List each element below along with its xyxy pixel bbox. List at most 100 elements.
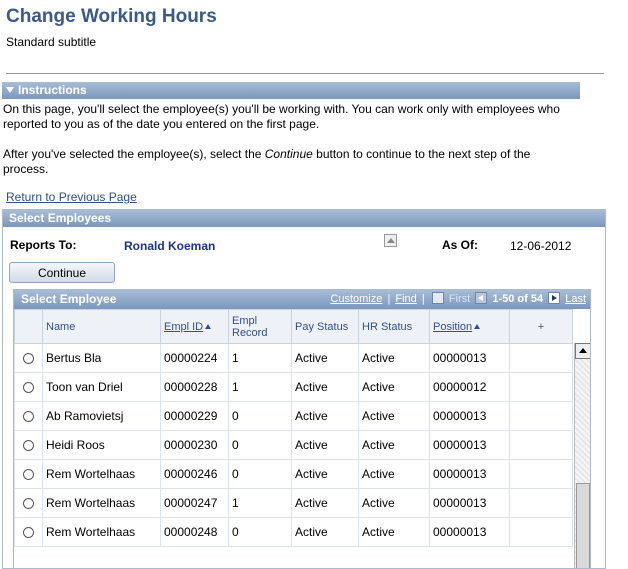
row-range: 1-50 of 54 [492, 293, 544, 305]
cell-name: Bertus Bla [42, 343, 161, 373]
reports-to-value: Ronald Koeman [124, 239, 216, 253]
cell-hr-status: Active [358, 343, 430, 373]
cell-pay-status: Active [291, 459, 359, 489]
select-employees-panel: Select Employees Reports To: Ronald Koem… [2, 209, 606, 569]
column-header-position[interactable]: Position [429, 309, 510, 344]
instructions-header-label: Instructions [18, 83, 87, 97]
as-of-label: As Of: [442, 238, 478, 252]
select-column-header [14, 309, 43, 344]
cell-pay-status: Active [291, 517, 359, 547]
cell-position: 00000013 [429, 343, 510, 373]
cell-empl-id: 00000228 [160, 372, 229, 402]
cell-empl-id: 00000248 [160, 517, 229, 547]
cell-empty [509, 401, 573, 431]
continue-button[interactable]: Continue [9, 262, 115, 283]
column-header-hr-status: HR Status [358, 309, 430, 344]
instructions-p2-emphasis: Continue [264, 147, 313, 161]
cell-empty [509, 343, 573, 373]
find-link[interactable]: Find [395, 293, 416, 305]
grid-navigation: Customize | Find | First 1-50 of 54 Last [330, 290, 586, 309]
cell-empl-record: 0 [228, 459, 292, 489]
cell-hr-status: Active [358, 372, 430, 402]
column-header-name: Name [42, 309, 161, 344]
row-select-radio[interactable] [23, 469, 34, 481]
grid-header: Select Employee Customize | Find | First… [14, 290, 590, 309]
row-select-radio[interactable] [23, 411, 34, 423]
select-employee-grid: Select Employee Customize | Find | First… [13, 289, 591, 569]
collapse-triangle-icon [6, 87, 14, 93]
cell-pay-status: Active [291, 343, 359, 373]
page-title: Change Working Hours [6, 6, 217, 27]
row-select-radio[interactable] [23, 527, 34, 539]
row-select-radio[interactable] [23, 353, 34, 365]
first-link: First [448, 293, 471, 305]
instructions-paragraph-1: On this page, you'll select the employee… [3, 102, 560, 131]
cell-position: 00000013 [429, 459, 510, 489]
lookup-icon[interactable] [384, 234, 397, 247]
cell-empl-record: 0 [228, 430, 292, 460]
column-header-empl-record: Empl Record [228, 309, 292, 344]
cell-empl-id: 00000246 [160, 459, 229, 489]
vertical-scrollbar[interactable] [574, 343, 590, 568]
next-page-icon[interactable] [548, 292, 561, 304]
cell-pay-status: Active [291, 488, 359, 518]
cell-position: 00000013 [429, 401, 510, 431]
nav-separator: | [387, 293, 391, 305]
row-select-radio[interactable] [23, 440, 34, 452]
cell-name: Ab Ramovietsj [42, 401, 161, 431]
cell-pay-status: Active [291, 401, 359, 431]
cell-hr-status: Active [358, 430, 430, 460]
cell-empl-id: 00000224 [160, 343, 229, 373]
cell-position: 00000013 [429, 488, 510, 518]
cell-name: Heidi Roos [42, 430, 161, 460]
column-header-position-label: Position [433, 320, 473, 333]
cell-empl-id: 00000229 [160, 401, 229, 431]
table-row: Heidi Roos 00000230 0 Active Active 0000… [14, 430, 573, 460]
previous-page-icon [475, 292, 488, 304]
cell-name: Rem Wortelhaas [42, 459, 161, 489]
instructions-header[interactable]: Instructions [2, 82, 580, 99]
cell-pay-status: Active [291, 372, 359, 402]
customize-link[interactable]: Customize [330, 293, 382, 305]
grid-title: Select Employee [21, 292, 117, 306]
cell-empl-id: 00000247 [160, 488, 229, 518]
column-header-empl-id-label: Empl ID [164, 320, 204, 333]
reports-to-label: Reports To: [10, 238, 77, 252]
page-subtitle: Standard subtitle [6, 35, 97, 49]
download-icon[interactable] [431, 292, 444, 304]
cell-empty [509, 459, 573, 489]
cell-hr-status: Active [358, 401, 430, 431]
scrollbar-thumb[interactable] [576, 483, 590, 568]
cell-empty [509, 488, 573, 518]
scroll-up-arrow-icon[interactable] [575, 343, 590, 359]
cell-position: 00000013 [429, 517, 510, 547]
employee-table: Name Empl ID Empl Record Pay Status HR S… [14, 309, 573, 547]
sort-ascending-icon [474, 323, 481, 329]
cell-empl-id: 00000230 [160, 430, 229, 460]
column-header-empl-id[interactable]: Empl ID [160, 309, 229, 344]
cell-empty [509, 517, 573, 547]
cell-empty [509, 372, 573, 402]
add-column-button[interactable]: + [509, 309, 573, 344]
cell-empl-record: 1 [228, 488, 292, 518]
row-select-radio[interactable] [23, 382, 34, 394]
table-row: Rem Wortelhaas 00000248 0 Active Active … [14, 517, 573, 547]
instructions-p2-before: After you've selected the employee(s), s… [3, 147, 265, 161]
cell-name: Toon van Driel [42, 372, 161, 402]
last-link[interactable]: Last [565, 293, 586, 305]
cell-pay-status: Active [291, 430, 359, 460]
table-row: Bertus Bla 00000224 1 Active Active 0000… [14, 343, 573, 373]
cell-hr-status: Active [358, 517, 430, 547]
cell-empl-record: 0 [228, 401, 292, 431]
select-employees-header: Select Employees [3, 210, 605, 227]
table-row: Rem Wortelhaas 00000246 0 Active Active … [14, 459, 573, 489]
return-to-previous-page-link[interactable]: Return to Previous Page [6, 190, 137, 204]
instructions-paragraph-2: After you've selected the employee(s), s… [3, 147, 563, 177]
sort-ascending-icon [205, 323, 212, 329]
table-row: Ab Ramovietsj 00000229 0 Active Active 0… [14, 401, 573, 431]
cell-empty [509, 430, 573, 460]
cell-empl-record: 1 [228, 372, 292, 402]
table-row: Rem Wortelhaas 00000247 1 Active Active … [14, 488, 573, 518]
row-select-radio[interactable] [23, 498, 34, 510]
cell-hr-status: Active [358, 459, 430, 489]
